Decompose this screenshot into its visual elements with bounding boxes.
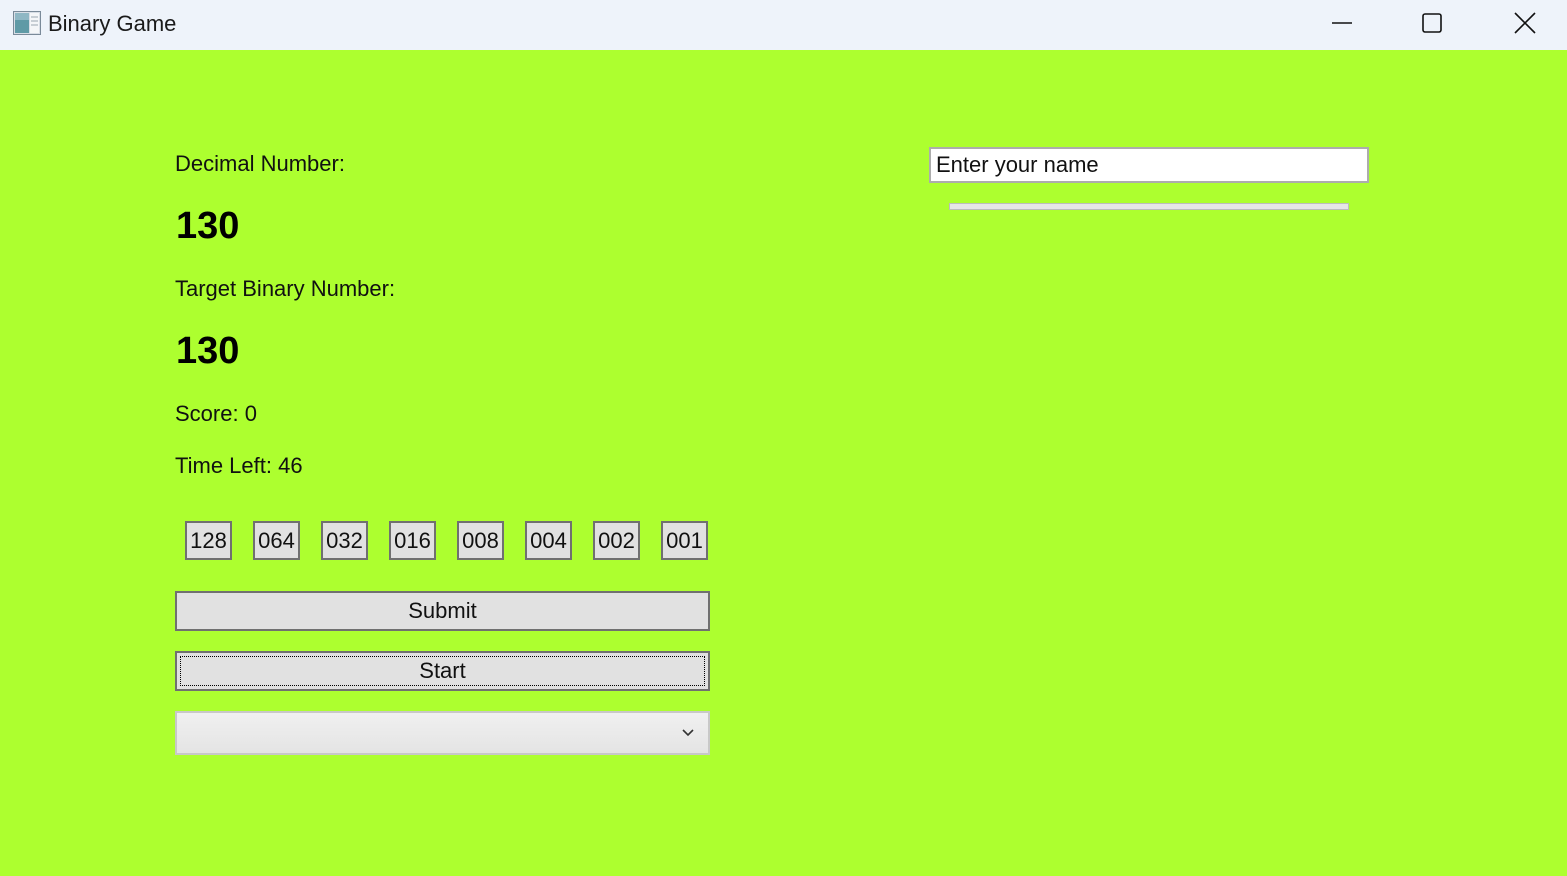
bit-button-002[interactable]: 002 — [593, 521, 640, 560]
app-window: Binary Game Decimal Number: 130 Target B… — [0, 0, 1567, 876]
bit-buttons-row: 128 064 032 016 008 004 002 001 — [185, 521, 708, 560]
bit-button-016[interactable]: 016 — [389, 521, 436, 560]
target-binary-label: Target Binary Number: — [175, 276, 396, 301]
minimize-icon — [1332, 22, 1352, 24]
start-button[interactable]: Start — [175, 651, 710, 691]
close-icon — [1514, 12, 1536, 34]
maximize-button[interactable] — [1387, 0, 1477, 46]
bit-button-032[interactable]: 032 — [321, 521, 368, 560]
bit-button-004[interactable]: 004 — [525, 521, 572, 560]
score-text: Score: 0 — [175, 401, 257, 426]
level-combobox[interactable] — [175, 711, 710, 755]
decimal-number-value: 130 — [176, 205, 240, 247]
progress-bar — [949, 203, 1349, 210]
bit-button-001[interactable]: 001 — [661, 521, 708, 560]
submit-button[interactable]: Submit — [175, 591, 710, 631]
app-icon — [13, 11, 41, 35]
game-panel: Decimal Number: 130 Target Binary Number… — [0, 50, 1567, 876]
target-binary-value: 130 — [176, 330, 240, 372]
bit-button-008[interactable]: 008 — [457, 521, 504, 560]
window-title: Binary Game — [48, 11, 177, 36]
name-input[interactable] — [929, 147, 1369, 183]
minimize-button[interactable] — [1297, 0, 1387, 46]
maximize-icon — [1422, 13, 1442, 33]
time-left-text: Time Left: 46 — [175, 453, 303, 478]
decimal-number-label: Decimal Number: — [175, 151, 345, 176]
focus-ring — [180, 656, 705, 686]
title-bar[interactable]: Binary Game — [0, 0, 1567, 50]
bit-button-064[interactable]: 064 — [253, 521, 300, 560]
submit-button-label: Submit — [408, 598, 477, 623]
bit-button-128[interactable]: 128 — [185, 521, 232, 560]
close-button[interactable] — [1480, 0, 1567, 46]
chevron-down-icon[interactable] — [680, 725, 696, 741]
